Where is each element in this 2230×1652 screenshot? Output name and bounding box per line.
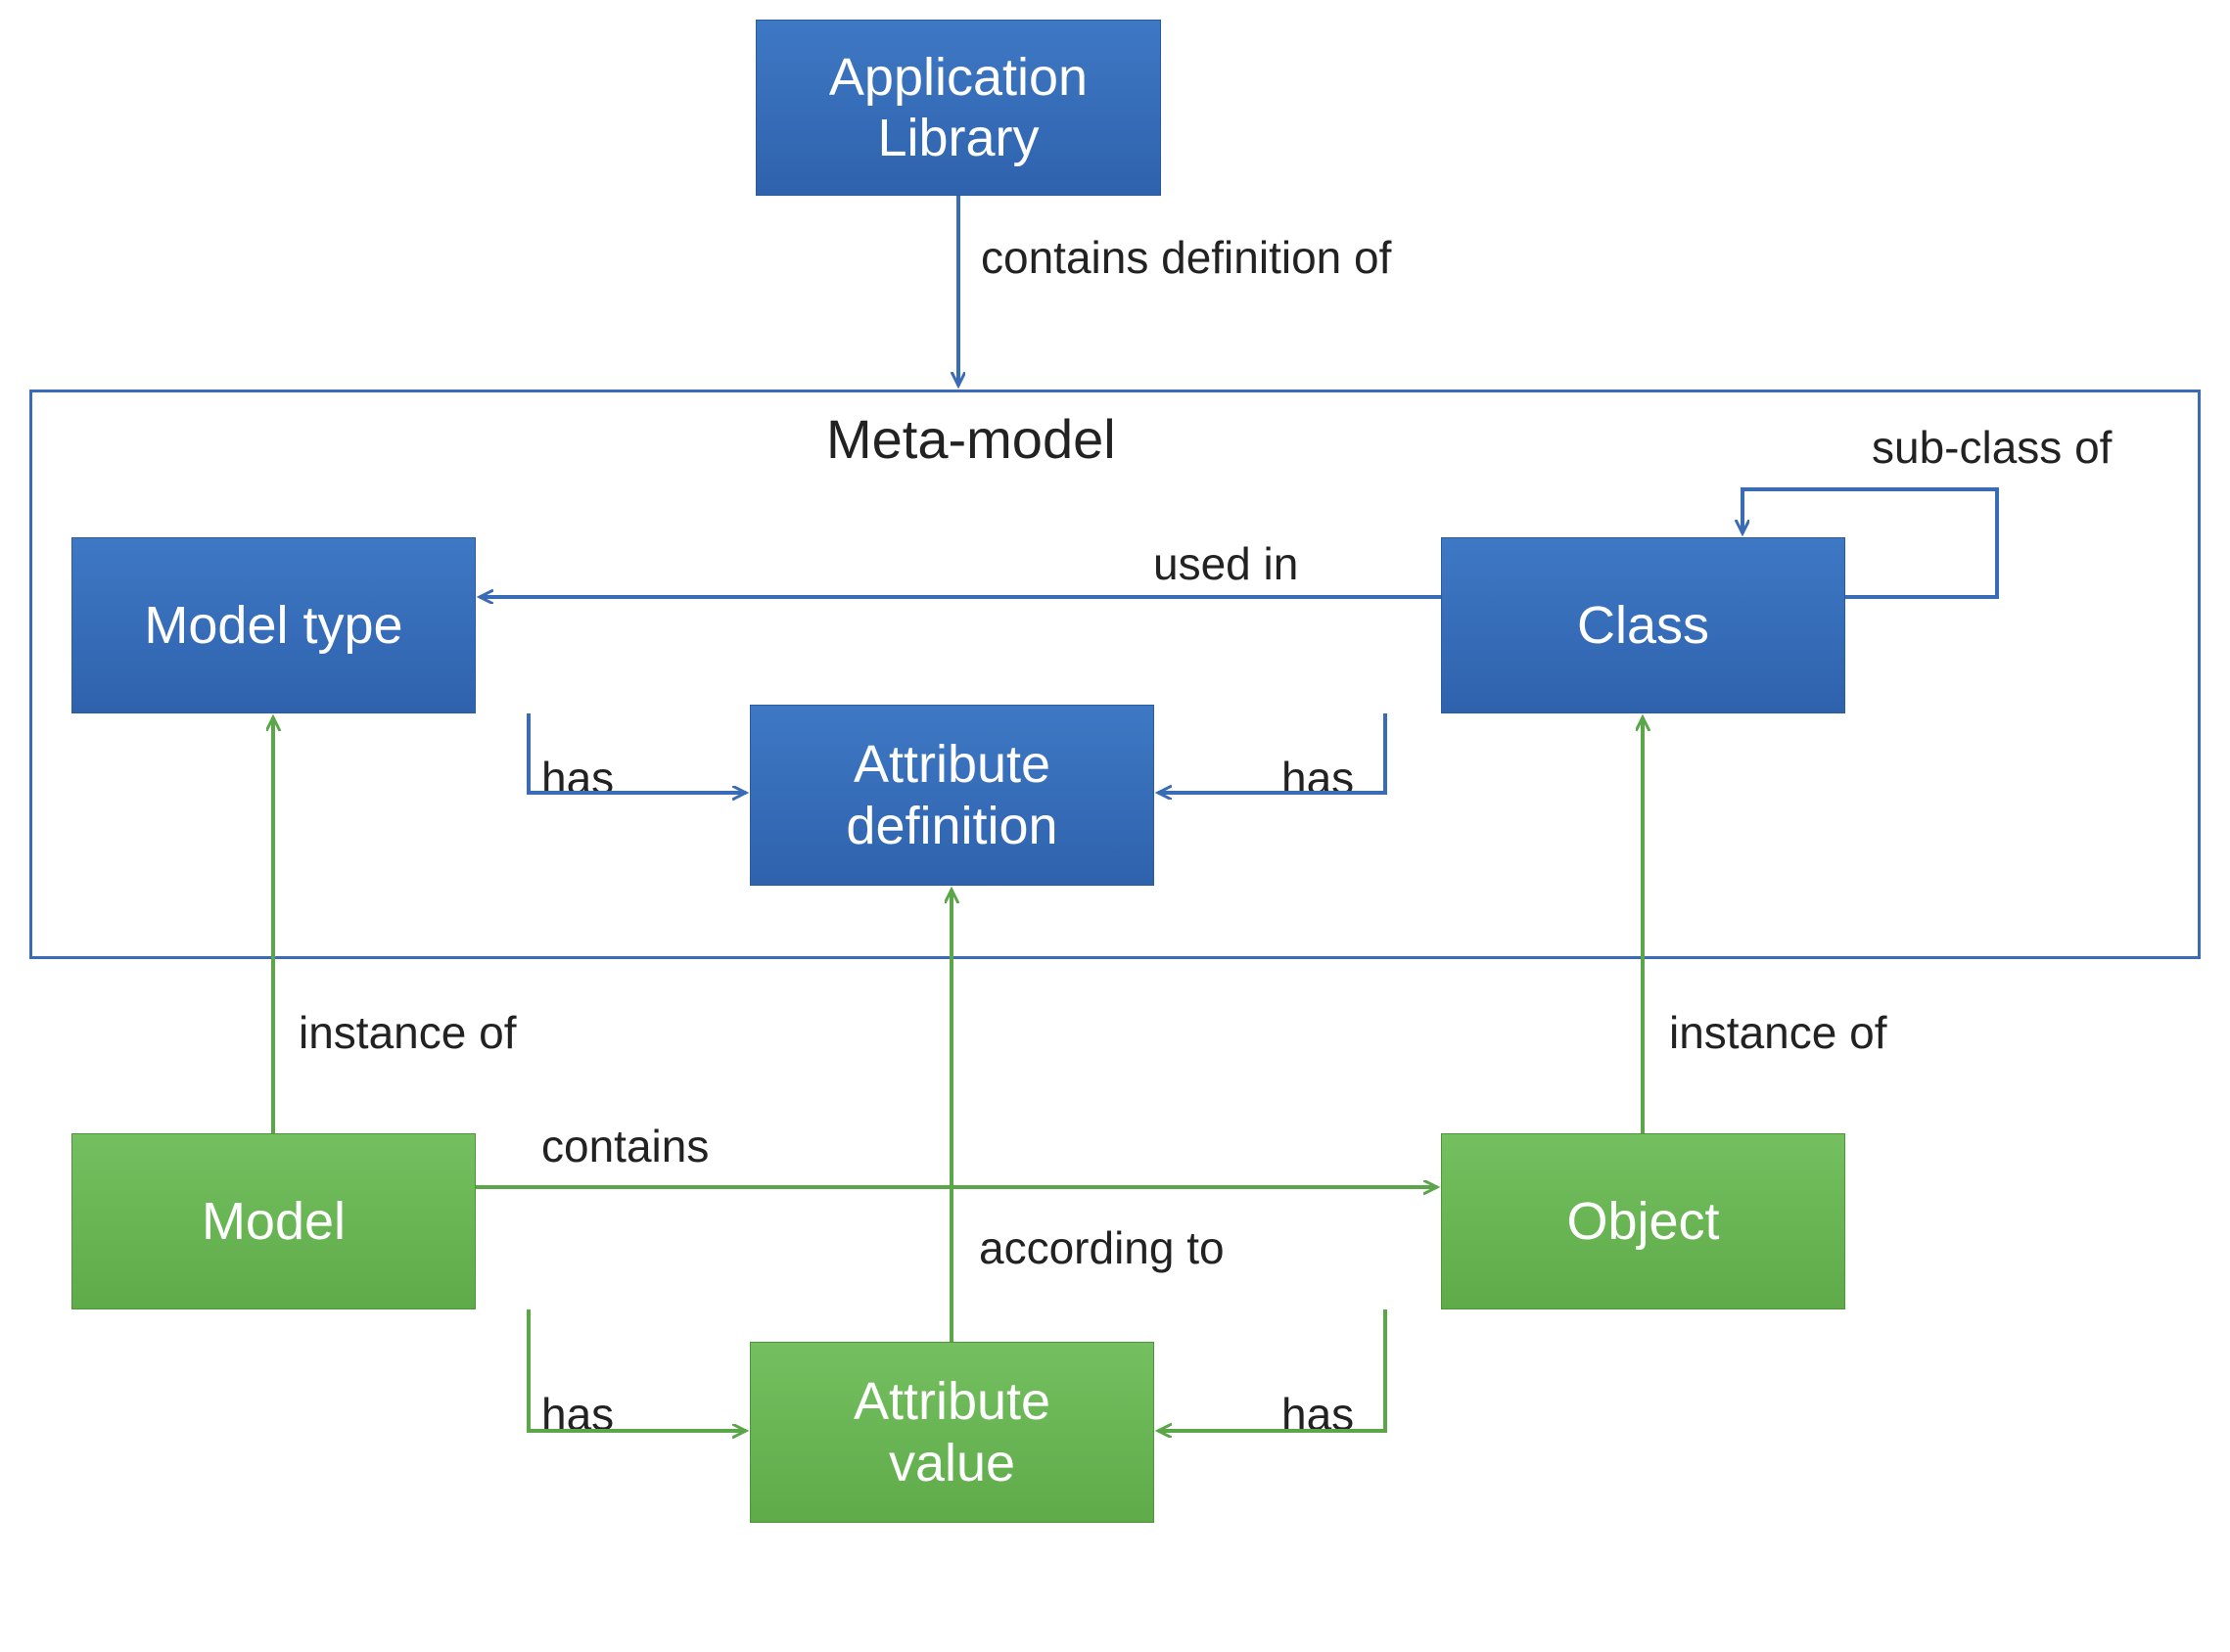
node-text: definition (846, 797, 1057, 855)
edge-label-sub-class-of: sub-class of (1872, 423, 2112, 473)
node-application-library: Application Library (756, 20, 1161, 196)
edge-label-instance-of-model: instance of (299, 1008, 516, 1058)
edge-label-contains: contains (541, 1122, 709, 1171)
meta-model-title: Meta-model (826, 409, 1116, 470)
node-text: Model (202, 1191, 346, 1252)
node-text: Model type (144, 595, 402, 656)
node-text: Attribute (854, 735, 1050, 794)
node-text: value (889, 1434, 1015, 1492)
node-object: Object (1441, 1133, 1845, 1309)
edge-label-has-object: has (1281, 1390, 1354, 1440)
edge-label-used-in: used in (1153, 539, 1298, 589)
node-text: Class (1577, 595, 1709, 656)
node-text: Application (829, 48, 1088, 107)
node-model-type: Model type (71, 537, 476, 713)
node-class: Class (1441, 537, 1845, 713)
edge-label-has-model: has (541, 1390, 614, 1440)
edge-label-according-to: according to (979, 1223, 1225, 1273)
node-attribute-definition: Attribute definition (750, 705, 1154, 886)
node-attribute-value: Attribute value (750, 1342, 1154, 1523)
node-model: Model (71, 1133, 476, 1309)
node-text: Attribute (854, 1372, 1050, 1431)
edge-label-instance-of-object: instance of (1669, 1008, 1886, 1058)
edge-label-has-mt: has (541, 754, 614, 803)
edge-label-contains-definition: contains definition of (981, 233, 1391, 283)
diagram-canvas: Application Library Meta-model Model typ… (0, 0, 2230, 1652)
edge-label-has-class: has (1281, 754, 1354, 803)
node-text: Object (1566, 1191, 1719, 1252)
node-text: Library (877, 109, 1039, 167)
